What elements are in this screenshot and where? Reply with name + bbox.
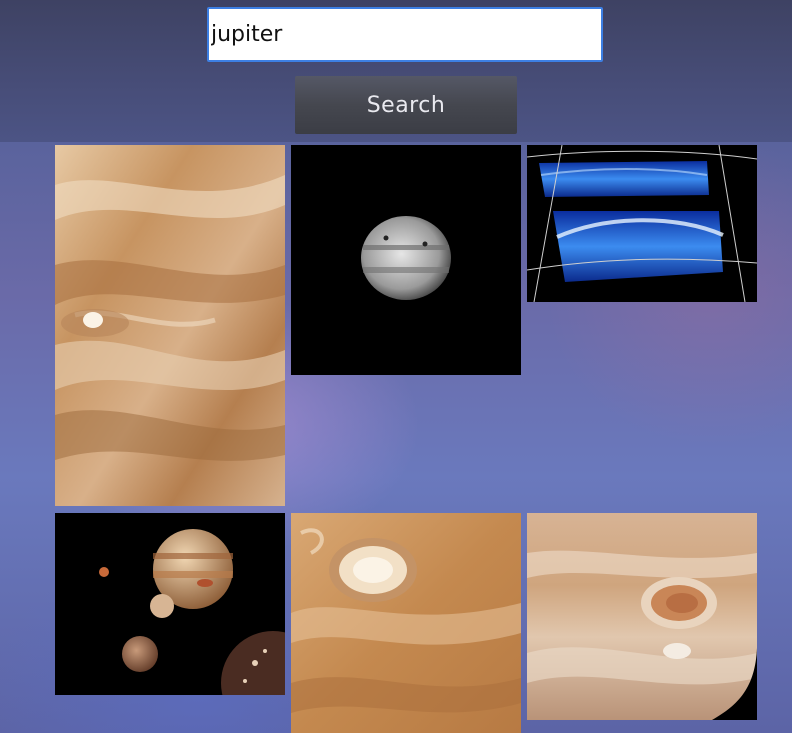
result-image-jupiter-red-spot[interactable] — [527, 513, 757, 720]
result-image-jupiter-telescope[interactable] — [291, 145, 521, 375]
result-image-jupiter-moons[interactable] — [55, 513, 285, 695]
result-image-jupiter-white-oval[interactable] — [291, 513, 521, 733]
result-image-jupiter-aurora[interactable] — [527, 145, 757, 302]
jupiter-white-oval-picture — [291, 513, 521, 733]
result-image-jupiter-bands[interactable] — [55, 145, 285, 506]
search-input[interactable] — [207, 7, 603, 62]
jupiter-moons-picture — [55, 513, 285, 695]
search-header: Search — [0, 0, 792, 142]
jupiter-red-spot-picture — [527, 513, 757, 720]
jupiter-aurora-picture — [527, 145, 757, 302]
jupiter-telescope-picture — [291, 145, 521, 375]
search-button[interactable]: Search — [295, 76, 517, 134]
jupiter-bands-picture — [55, 145, 285, 506]
